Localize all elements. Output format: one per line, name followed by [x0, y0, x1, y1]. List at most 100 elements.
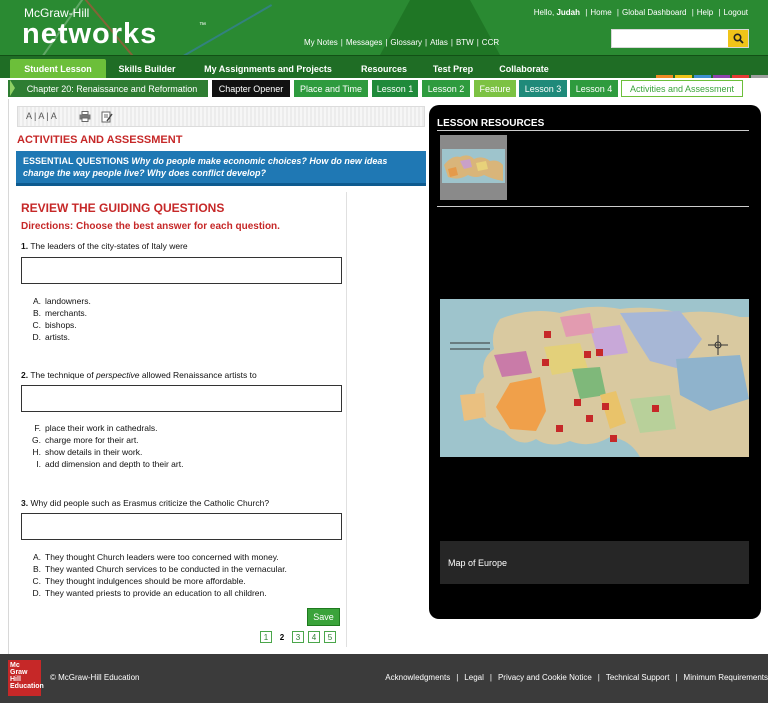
global-dashboard-link[interactable]: Global Dashboard: [622, 8, 686, 17]
greeting-label: Hello,: [533, 8, 555, 17]
tab-test-prep[interactable]: Test Prep: [426, 59, 480, 78]
page-2-current: 2: [279, 632, 285, 642]
search-button[interactable]: [728, 30, 748, 47]
nav-lesson-3[interactable]: Lesson 3: [519, 80, 567, 97]
trademark: ™: [199, 22, 206, 29]
save-button[interactable]: Save: [307, 608, 340, 626]
legal-link[interactable]: Legal: [464, 673, 484, 682]
page-4-button[interactable]: 4: [308, 631, 320, 643]
directions-text: Directions: Choose the best answer for e…: [21, 221, 280, 232]
tab-collaborate[interactable]: Collaborate: [493, 59, 555, 78]
font-size-control[interactable]: A | A | A: [26, 111, 57, 121]
nav-lesson-4[interactable]: Lesson 4: [570, 80, 618, 97]
page-3-button[interactable]: 3: [292, 631, 304, 643]
option[interactable]: H. show details in their work.: [27, 446, 183, 458]
user-name: Judah: [556, 8, 580, 17]
tab-skills-builder[interactable]: Skills Builder: [110, 59, 184, 78]
option[interactable]: D. They wanted priests to provide an educ…: [27, 587, 287, 599]
essential-questions-box: ESSENTIAL QUESTIONS Why do people make e…: [16, 151, 426, 186]
logout-link[interactable]: Logout: [724, 8, 748, 17]
question-number: 1.: [21, 241, 29, 251]
tab-resources[interactable]: Resources: [354, 59, 414, 78]
notes-icon[interactable]: [100, 110, 113, 123]
app-header: McGraw-Hill networks ™ Hello, Judah | Hom…: [0, 0, 768, 55]
ccr-link[interactable]: CCR: [482, 38, 499, 47]
option[interactable]: D. artists.: [27, 331, 91, 343]
main-nav: Student Lesson Skills Builder My Assignm…: [0, 55, 768, 78]
map-of-europe-image[interactable]: [440, 299, 749, 457]
nav-chapter-opener[interactable]: Chapter Opener: [212, 80, 290, 97]
answer-field-2[interactable]: [21, 385, 342, 412]
column-divider: [346, 192, 347, 647]
btw-link[interactable]: BTW: [456, 38, 474, 47]
question-1: 1. The leaders of the city-states of Ita…: [21, 241, 188, 251]
option[interactable]: A. They thought Church leaders were too c…: [27, 551, 287, 563]
option[interactable]: I. add dimension and depth to their art.: [27, 458, 183, 470]
my-notes-link[interactable]: My Notes: [304, 38, 338, 47]
reading-toolbar: A | A | A: [17, 106, 425, 127]
user-links: Hello, Judah | Home | Global Dashboard | He…: [533, 8, 748, 17]
eq-label: ESSENTIAL QUESTIONS: [23, 156, 129, 166]
option[interactable]: B. They wanted Church services to be cond…: [27, 563, 287, 575]
utility-links: My Notes | Messages | Glossary | Atlas | BTW | CCR: [304, 38, 500, 47]
nav-lesson-2[interactable]: Lesson 2: [422, 80, 470, 97]
tab-my-assignments[interactable]: My Assignments and Projects: [196, 59, 340, 78]
answer-field-3[interactable]: [21, 513, 342, 540]
question-2: 2. The technique of perspective allowed …: [21, 370, 257, 380]
question-text: The technique of: [30, 370, 94, 380]
question-number: 2.: [21, 370, 29, 380]
pagination: 1 2 3 4 5: [260, 631, 340, 643]
brand-logo[interactable]: networks: [22, 18, 157, 51]
minimum-requirements-link[interactable]: Minimum Requirements: [684, 673, 768, 682]
resources-title: LESSON RESOURCES: [437, 118, 545, 129]
divider: [437, 130, 749, 131]
map-thumbnail[interactable]: [440, 135, 507, 200]
page-5-button[interactable]: 5: [324, 631, 336, 643]
atlas-link[interactable]: Atlas: [430, 38, 448, 47]
chapter-title[interactable]: Chapter 20: Renaissance and Reformation: [8, 80, 208, 97]
answer-field-1[interactable]: [21, 257, 342, 284]
question-text: The leaders of the city-states of Italy …: [30, 241, 188, 251]
search-icon: [732, 33, 744, 44]
section-heading: ACTIVITIES AND ASSESSMENT: [17, 134, 183, 146]
nav-feature[interactable]: Feature: [474, 80, 516, 97]
option[interactable]: C. bishops.: [27, 319, 91, 331]
tab-student-lesson[interactable]: Student Lesson: [10, 59, 106, 78]
home-link[interactable]: Home: [590, 8, 611, 17]
page-footer: Mc Graw Hill Education © McGraw-Hill Edu…: [0, 654, 768, 703]
options-list-1: A. landowners. B. merchants. C. bishops. D.…: [27, 295, 91, 343]
header-decoration: [149, 4, 273, 55]
print-icon[interactable]: [78, 110, 91, 123]
page-1-button[interactable]: 1: [260, 631, 272, 643]
acknowledgments-link[interactable]: Acknowledgments: [385, 673, 450, 682]
map-caption: Map of Europe: [440, 541, 749, 584]
nav-place-and-time[interactable]: Place and Time: [294, 80, 368, 97]
review-heading: REVIEW THE GUIDING QUESTIONS: [21, 201, 225, 215]
chapter-nav: Chapter 20: Renaissance and Reformation …: [0, 78, 768, 99]
messages-link[interactable]: Messages: [346, 38, 382, 47]
question-emphasis: perspective: [96, 370, 140, 380]
lesson-content: A | A | A ACTIVITIES AND ASSESSMENT ESSE…: [8, 99, 428, 654]
options-list-2: F. place their work in cathedrals. G. char…: [27, 422, 183, 470]
option[interactable]: B. merchants.: [27, 307, 91, 319]
option[interactable]: G. charge more for their art.: [27, 434, 183, 446]
option[interactable]: C. They thought indulgences should be mor…: [27, 575, 287, 587]
nav-activities-and-assessment[interactable]: Activities and Assessment: [621, 80, 743, 97]
question-text: Why did people such as Erasmus criticize…: [30, 498, 270, 508]
footer-links: Acknowledgments | Legal | Privacy and Cookie…: [385, 673, 768, 682]
options-list-3: A. They thought Church leaders were too c…: [27, 551, 287, 599]
copyright-text: © McGraw-Hill Education: [50, 673, 140, 682]
chapter-arrow-icon: [10, 80, 15, 96]
help-link[interactable]: Help: [697, 8, 713, 17]
divider: [437, 206, 749, 207]
search-input[interactable]: [611, 29, 749, 48]
privacy-link[interactable]: Privacy and Cookie Notice: [498, 673, 592, 682]
glossary-link[interactable]: Glossary: [390, 38, 422, 47]
mcgraw-hill-logo[interactable]: Mc Graw Hill Education: [8, 660, 44, 696]
option[interactable]: F. place their work in cathedrals.: [27, 422, 183, 434]
lesson-resources-panel: LESSON RESOURCES Map of Europe: [429, 105, 761, 619]
technical-support-link[interactable]: Technical Support: [606, 673, 670, 682]
option[interactable]: A. landowners.: [27, 295, 91, 307]
question-number: 3.: [21, 498, 29, 508]
nav-lesson-1[interactable]: Lesson 1: [372, 80, 418, 97]
